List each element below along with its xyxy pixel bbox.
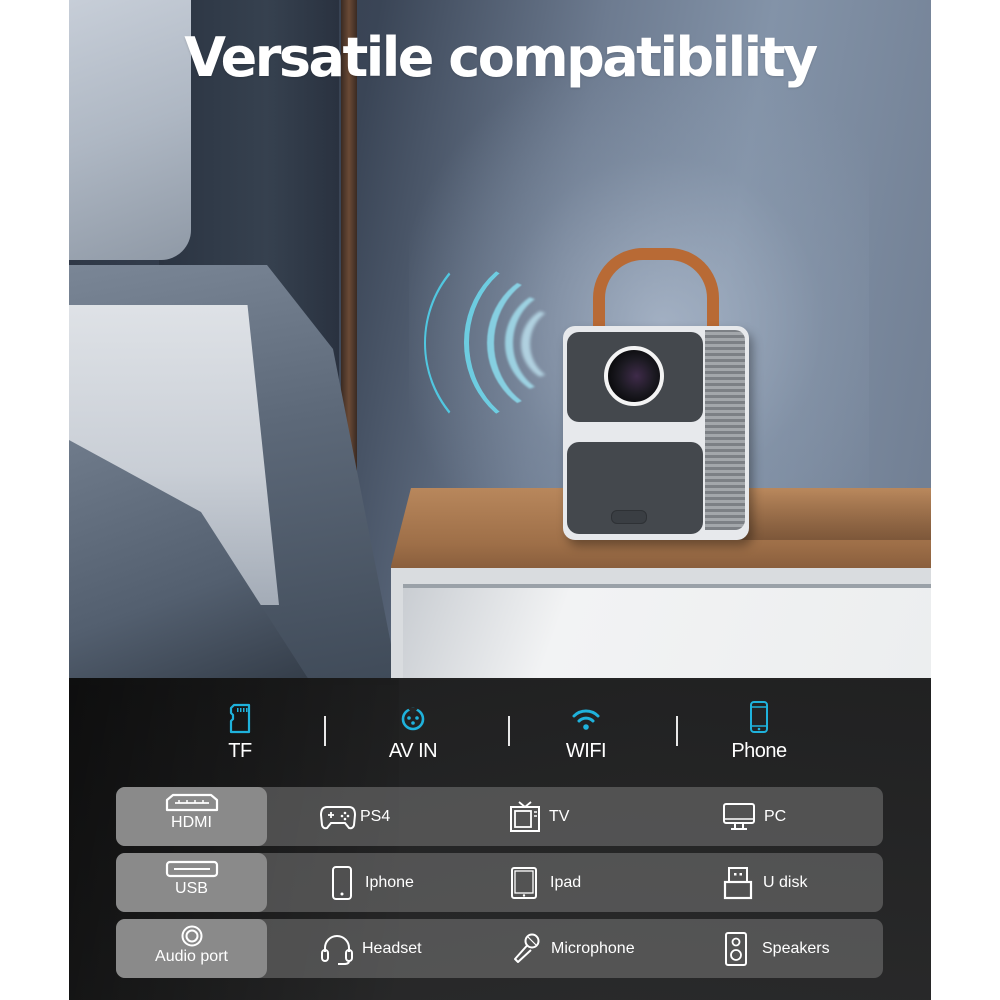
compat-row-hdmi: HDMI PS4 TV PC — [116, 787, 883, 846]
device-label: Microphone — [551, 939, 635, 957]
microphone-icon — [514, 933, 540, 963]
device-iphone: Iphone — [331, 853, 414, 912]
device-ps4: PS4 — [319, 787, 390, 846]
divider — [324, 716, 326, 746]
gamepad-icon — [319, 805, 357, 829]
hdmi-port-icon — [165, 793, 218, 812]
device-label: TV — [549, 807, 570, 825]
device-u-disk: U disk — [723, 853, 807, 912]
device-label: PS4 — [360, 807, 391, 825]
feature-row: TF AV IN WIFI Phone — [69, 678, 931, 778]
projector-button — [611, 510, 647, 524]
device-ipad: Ipad — [510, 853, 581, 912]
nightstand-drawer — [403, 588, 931, 680]
device-speakers: Speakers — [724, 919, 830, 978]
port-label-audio: Audio port — [116, 919, 267, 978]
port-label-text: HDMI — [171, 814, 212, 831]
speaker-icon — [725, 931, 747, 966]
wifi-icon — [572, 709, 600, 730]
device-label: Ipad — [550, 873, 582, 891]
smartphone-icon — [750, 701, 768, 733]
av-connector-icon — [401, 707, 425, 731]
device-label: Iphone — [365, 873, 414, 891]
compat-row-audio: Audio port Headset Microphone Speakers — [116, 919, 883, 978]
port-label-text: Audio port — [155, 948, 228, 965]
device-microphone: Microphone — [511, 919, 635, 978]
feature-wifi: WIFI — [526, 702, 646, 763]
projector-lens — [604, 346, 664, 406]
tablet-icon — [511, 866, 537, 899]
projector-product-image — [563, 248, 749, 540]
page-title: Versatile compatibility — [184, 26, 818, 89]
product-banner: Versatile compatibility TF AV IN WIFI Ph… — [69, 0, 931, 1000]
sd-card-icon — [229, 703, 251, 734]
phone-icon — [332, 865, 352, 900]
device-pc: PC — [722, 787, 786, 846]
divider — [676, 716, 678, 746]
port-label-text: USB — [175, 880, 208, 897]
feature-tf: TF — [180, 702, 300, 763]
projector-vent — [705, 330, 745, 530]
port-label-hdmi: HDMI — [116, 787, 267, 846]
compatibility-panel: TF AV IN WIFI Phone HDMI PS4 TV PC USB I… — [69, 678, 931, 1000]
port-label-usb: USB — [116, 853, 267, 912]
monitor-icon — [723, 802, 755, 830]
feature-label: TF — [228, 740, 252, 762]
compat-row-usb: USB Iphone Ipad U disk — [116, 853, 883, 912]
device-label: PC — [764, 807, 787, 825]
device-label: U disk — [763, 873, 808, 891]
feature-av-in: AV IN — [353, 702, 473, 763]
headset-icon — [321, 934, 353, 965]
feature-phone: Phone — [699, 701, 819, 763]
device-label: Headset — [362, 939, 422, 957]
audio-jack-icon — [181, 925, 202, 947]
device-label: Speakers — [762, 939, 830, 957]
feature-label: AV IN — [388, 740, 438, 762]
feature-label: WIFI — [565, 740, 607, 762]
tv-icon — [510, 800, 540, 832]
usb-drive-icon — [723, 866, 753, 899]
usb-port-icon — [165, 860, 218, 878]
feature-label: Phone — [731, 740, 787, 762]
divider — [508, 716, 510, 746]
device-tv: TV — [509, 787, 569, 846]
device-headset: Headset — [320, 919, 422, 978]
